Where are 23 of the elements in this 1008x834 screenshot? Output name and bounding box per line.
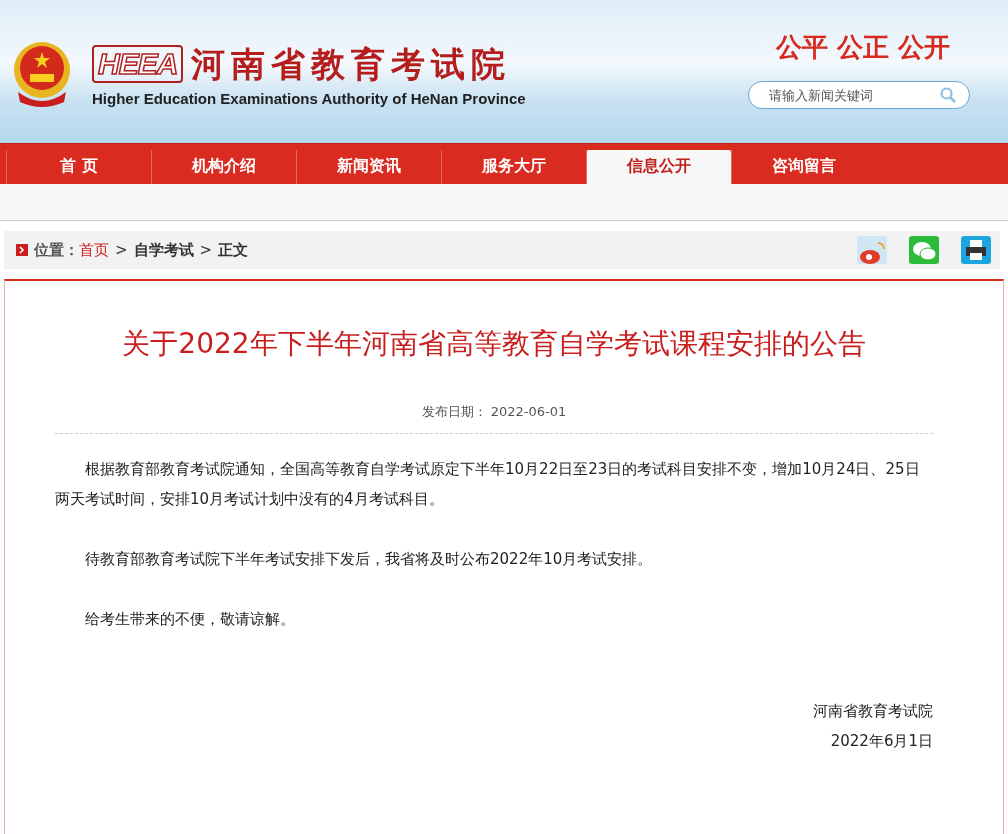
article-paragraph: 待教育部教育考试院下半年考试安排下发后，我省将及时公布2022年10月考试安排。 (84, 549, 654, 570)
site-title: 河南省教育考试院 (191, 44, 512, 84)
site-subtitle: Higher Education Examinations Authority of HeNan Province (92, 90, 526, 107)
signature-line: 河南省教育考试院 (812, 701, 933, 722)
article-title: 关于2022年下半年河南省高等教育自学考试课程安排的公告 (121, 326, 867, 362)
print-icon[interactable] (960, 235, 992, 265)
breadcrumb-label: 位置： (34, 240, 79, 260)
breadcrumb-separator: > (115, 241, 128, 259)
breadcrumb-link[interactable]: 首页 (79, 240, 109, 260)
weibo-share-icon[interactable] (856, 235, 888, 265)
search-field[interactable]: 请输入新闻关键词 (748, 81, 970, 109)
slogan: 公平 公正 公开 (775, 31, 950, 64)
article-paragraph: 给考生带来的不便，敬请谅解。 (84, 609, 296, 630)
wechat-share-icon[interactable] (908, 235, 940, 265)
article-paragraph: 根据教育部教育考试院通知，全国高等教育自学考试原定下半年10月22日至23日的考试科目安排不变，增加10月24日、25日两天考试时间，安排10月考试计划中没有的4月考试科目。 (55, 459, 921, 510)
nav-tab[interactable]: 信息公开 (586, 150, 731, 184)
breadcrumb-item: 自学考试 (133, 240, 194, 260)
publish-date: 发布日期： 2022-06-01 (55, 403, 933, 434)
logo-mark: HEEA (92, 45, 184, 83)
breadcrumb-separator: > (199, 241, 213, 259)
signature-line: 2022年6月1日 (829, 731, 933, 752)
chevron-icon (16, 244, 28, 256)
breadcrumb-item: 正文 (218, 240, 249, 260)
